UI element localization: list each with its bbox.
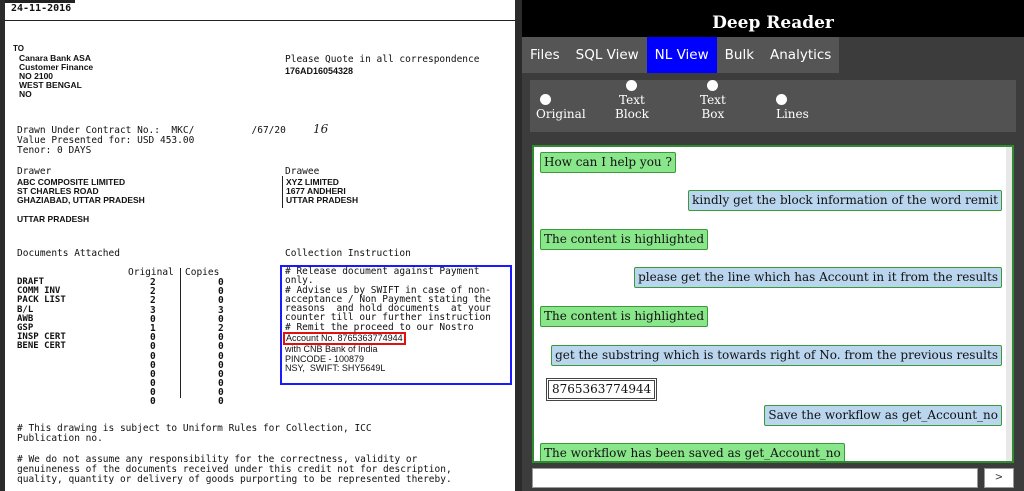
collection-label: Collection Instruction [285, 248, 411, 259]
chat-input-row: > [532, 468, 1014, 488]
option-original[interactable]: Original [536, 94, 586, 121]
tab-analytics[interactable]: Analytics [762, 37, 840, 73]
item-label: BENE CERT [17, 341, 66, 352]
instruction-line: NSY, SWIFT: SHY5649L [285, 362, 386, 373]
chat-input[interactable] [532, 468, 978, 488]
drawee-line: UTTAR PRADESH [286, 195, 359, 205]
drawer-label: Drawer [17, 166, 52, 177]
footer-note: Publication no. [17, 433, 103, 444]
docs-label: Documents Attached [17, 248, 120, 259]
result-value: 8765363774944 [546, 378, 658, 401]
col-copies: Copies [185, 267, 220, 278]
radio-icon[interactable] [776, 94, 787, 105]
col-rule [180, 268, 181, 398]
quote-label: Please Quote in all correspondence [285, 54, 480, 65]
instruction-line: # Release document against Payment [285, 266, 480, 277]
send-button[interactable]: > [984, 468, 1014, 488]
option-label: Lines [776, 107, 809, 121]
option-label: Original [536, 107, 586, 121]
document-preview: 24-11-2016 TO Canara Bank ASA Customer F… [5, 0, 515, 491]
tab-bulk[interactable]: Bulk [716, 37, 763, 73]
radio-icon[interactable] [540, 94, 551, 105]
view-tabs: Files SQL View NL View Bulk Analytics [522, 37, 840, 73]
copy-count: 0 [218, 396, 224, 408]
highlighted-block: # Release document against Payment only.… [280, 265, 512, 385]
option-label: Box [701, 107, 725, 121]
view-options: Original Text Block Text Box Lines [530, 80, 1016, 132]
document-date: 24-11-2016 [11, 3, 72, 14]
chat-scrollbar[interactable] [1006, 147, 1012, 461]
instruction-line: # Remit the proceed to our Nostro [285, 321, 474, 333]
deep-reader-app: Deep Reader Files SQL View NL View Bulk … [522, 0, 1024, 491]
bot-message: How can I help you ? [540, 152, 676, 173]
user-message: get the substring which is towards right… [551, 345, 1002, 366]
chat-window: How can I help you ? kindly get the bloc… [532, 145, 1014, 463]
bot-message: The content is highlighted [540, 229, 709, 250]
radio-icon[interactable] [626, 80, 638, 91]
quote-ref: 176AD16054328 [285, 66, 354, 76]
tab-nl-view[interactable]: NL View [646, 37, 717, 73]
user-message: please get the line which has Account in… [634, 267, 1002, 288]
radio-icon[interactable] [707, 80, 719, 91]
user-message: Save the workflow as get_Account_no [764, 405, 1002, 426]
to-line: NO [19, 89, 32, 99]
divider [5, 20, 515, 21]
contract-year-handwritten: 16 [313, 122, 329, 136]
originals-column: 2 2 2 3 0 1 0 0 0 0 0 0 0 0 [150, 278, 156, 407]
to-label: TO [13, 44, 24, 53]
option-label: Text [619, 93, 645, 107]
drawer-line: GHAZIABAD, UTTAR PRADESH [17, 195, 145, 205]
drawer-state: UTTAR PRADESH [17, 214, 90, 224]
original-count: 0 [150, 396, 156, 408]
drawee-rule [282, 176, 283, 208]
bot-message: The content is highlighted [540, 306, 709, 327]
tab-files[interactable]: Files [522, 37, 568, 73]
app-title: Deep Reader [522, 0, 1024, 37]
footer-note: quality, quantity or delivery of goods p… [17, 474, 452, 485]
items-list: DRAFT COMM INV PACK LIST B/L AWB GSP INS… [17, 277, 66, 352]
option-label: Block [615, 107, 649, 121]
copies-column: 0 0 0 3 0 2 0 0 0 0 0 0 0 0 [218, 278, 224, 407]
highlighted-account-line: Account No. 8765363774944 [283, 332, 406, 346]
option-label: Text [700, 93, 726, 107]
bot-message: The workflow has been saved as get_Accou… [540, 443, 845, 461]
option-lines[interactable]: Lines [776, 94, 809, 121]
user-message: kindly get the block information of the … [688, 190, 1002, 211]
tab-sql-view[interactable]: SQL View [567, 37, 647, 73]
option-text-box[interactable]: Text Box [700, 80, 726, 121]
tenor-line: Tenor: 0 DAYS [17, 145, 92, 156]
drawee-label: Drawee [285, 166, 320, 177]
option-text-block[interactable]: Text Block [615, 80, 649, 121]
